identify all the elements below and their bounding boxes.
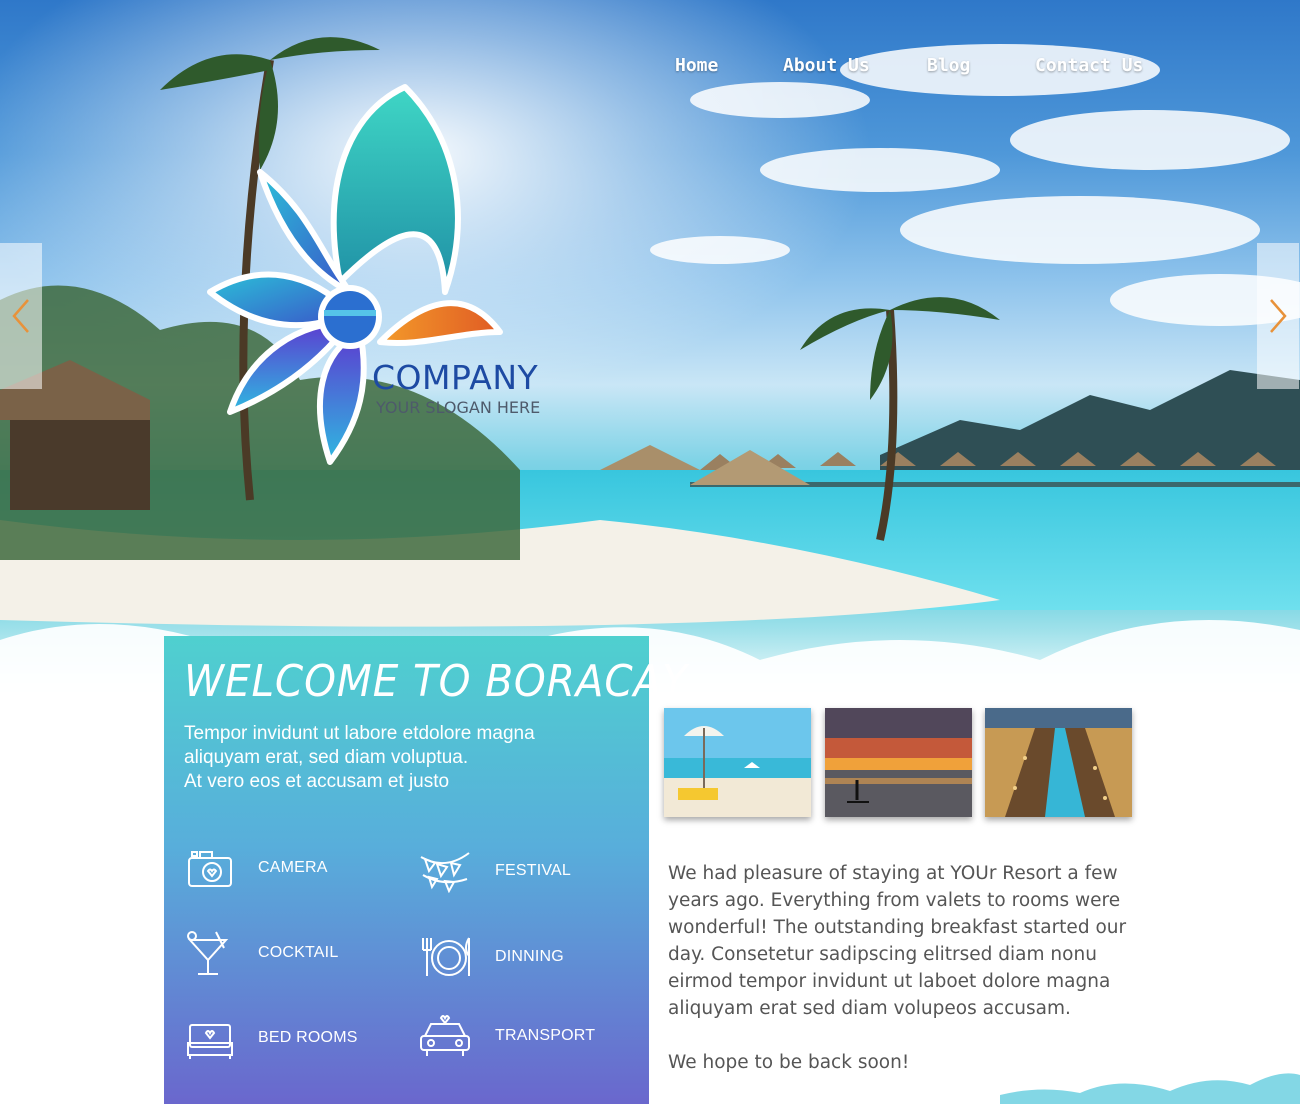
bunting-icon — [420, 852, 470, 893]
intro-line: Tempor invidunt ut labore etdolore magna — [184, 723, 535, 744]
company-slogan: YOUR SLOGAN HERE — [376, 398, 541, 417]
guest-review: We had pleasure of staying at YOUr Resor… — [668, 860, 1148, 1076]
beach-scene-image — [0, 0, 1300, 700]
amenity-label: TRANSPORT — [495, 1027, 596, 1044]
intro-line: aliquyam erat, sed diam voluptua. — [184, 747, 469, 768]
review-line: eirmod tempor invidunt ut laboet dolore … — [668, 971, 1111, 992]
review-line: years ago. Everything from valets to roo… — [668, 890, 1121, 911]
welcome-intro: Tempor invidunt ut labore etdolore magna… — [184, 722, 624, 794]
water-splash-decoration — [1000, 1073, 1300, 1104]
cocktail-icon — [187, 931, 229, 975]
review-line: day. Consetetur sadipscing elitrsed diam… — [668, 944, 1097, 965]
amenity-label: BED ROOMS — [258, 1029, 358, 1046]
company-name: COMPANY — [372, 358, 539, 397]
dining-icon — [422, 937, 470, 976]
intro-line: At vero eos et accusam et justo — [184, 771, 450, 792]
resort-pool-photo[interactable] — [985, 708, 1132, 817]
beach-umbrella-photo[interactable] — [664, 708, 811, 817]
welcome-title: WELCOME TO BORACAY — [184, 656, 688, 707]
review-line: aliquyam erat sed diam volupeos accusam. — [668, 998, 1071, 1019]
amenity-label: DINNING — [495, 948, 564, 965]
amenity-festival: FESTIVAL — [419, 846, 571, 896]
amenity-transport: TRANSPORT — [419, 1011, 595, 1061]
nav-home[interactable]: Home — [675, 55, 718, 76]
amenity-label: FESTIVAL — [495, 862, 571, 879]
amenity-label: COCKTAIL — [258, 944, 339, 961]
slider-prev-button[interactable] — [0, 243, 42, 389]
review-line: wonderful! The outstanding breakfast sta… — [668, 917, 1127, 938]
nav-blog[interactable]: Blog — [927, 55, 970, 76]
review-body: We had pleasure of staying at YOUr Resor… — [668, 860, 1148, 1022]
sunset-paddleboard-photo[interactable] — [825, 708, 972, 817]
amenity-camera: CAMERA — [186, 843, 328, 893]
chevron-right-icon — [1270, 299, 1287, 333]
amenity-bed-rooms: BED ROOMS — [186, 1013, 358, 1063]
nav-contact-us[interactable]: Contact Us — [1035, 55, 1143, 76]
amenity-label: CAMERA — [258, 859, 328, 876]
review-line: We had pleasure of staying at YOUr Resor… — [668, 863, 1118, 884]
amenity-dining: DINNING — [419, 932, 564, 982]
amenity-cocktail: COCKTAIL — [186, 928, 338, 978]
hero-banner: Home About Us Blog Contact Us COMPANY YO… — [0, 0, 1300, 700]
slider-next-button[interactable] — [1257, 243, 1299, 389]
chevron-left-icon — [12, 299, 29, 333]
camera-icon — [188, 851, 232, 887]
main-nav: Home About Us Blog Contact Us — [0, 55, 1300, 79]
car-icon — [420, 1015, 470, 1056]
welcome-panel: WELCOME TO BORACAY Tempor invidunt ut la… — [164, 636, 687, 1104]
nav-about-us[interactable]: About Us — [783, 55, 870, 76]
bed-icon — [187, 1024, 233, 1059]
